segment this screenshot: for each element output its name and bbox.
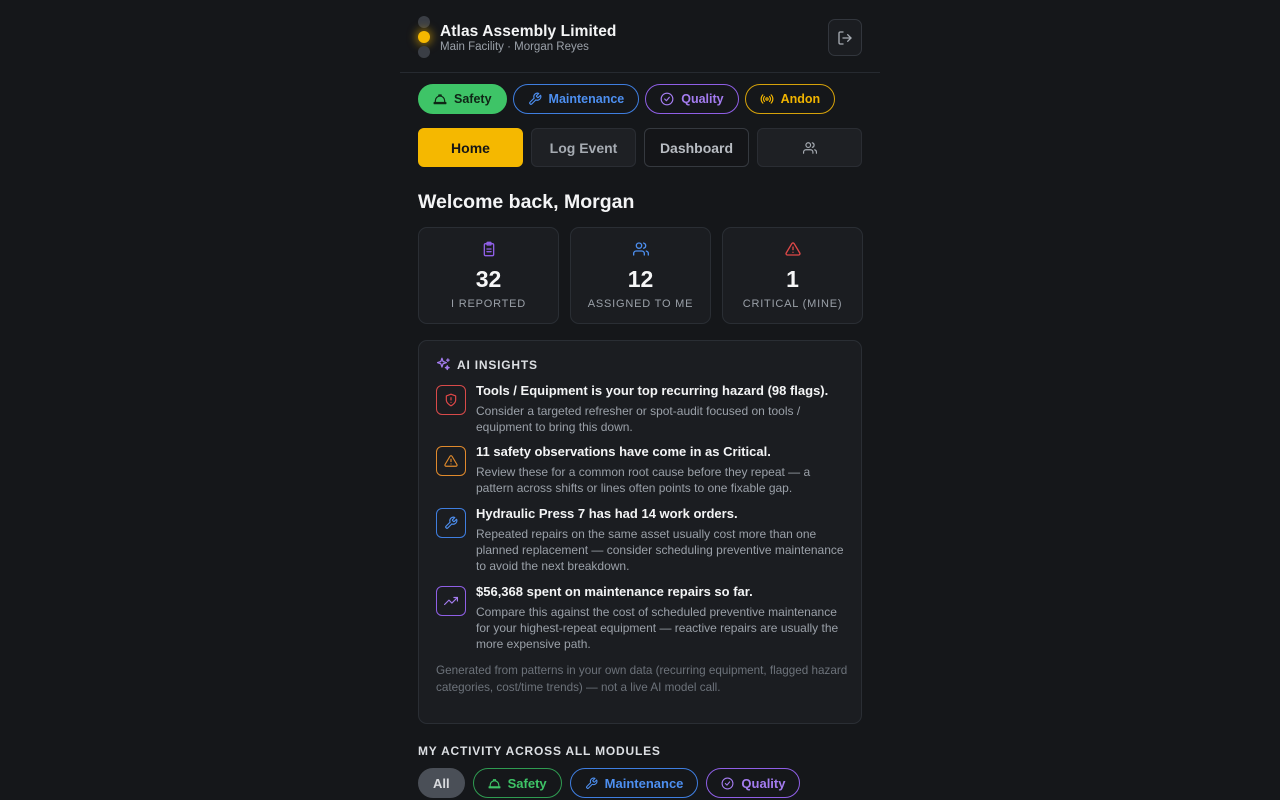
company-name: Atlas Assembly Limited <box>440 23 617 40</box>
insight-title: Hydraulic Press 7 has had 14 work orders… <box>476 506 738 521</box>
users-icon <box>632 242 649 256</box>
insight-title: $56,368 spent on maintenance repairs so … <box>476 584 753 599</box>
insight-title: Tools / Equipment is your top recurring … <box>476 383 829 398</box>
tab-team[interactable] <box>757 128 862 167</box>
insight-icon-box <box>436 385 466 415</box>
insight-desc: Repeated repairs on the same asset usual… <box>476 527 844 573</box>
module-andon-label: Andon <box>780 92 821 106</box>
status-light-off-top <box>418 16 430 28</box>
clipboard-icon <box>483 241 494 257</box>
module-andon-pill[interactable]: Andon <box>744 84 836 114</box>
filter-quality-label: Quality <box>741 775 786 791</box>
facility-user-subtitle: Main Facility · Morgan Reyes <box>440 41 589 53</box>
stats-row: 32 I REPORTED 12 ASSIGNED TO ME 1 CRITIC… <box>418 227 863 324</box>
insight-desc: Review these for a common root cause bef… <box>476 465 811 495</box>
broadcast-icon <box>760 94 773 104</box>
tab-dashboard[interactable]: Dashboard <box>644 128 749 167</box>
stat-value-reported: 32 <box>475 266 502 292</box>
filter-maintenance-label: Maintenance <box>604 775 684 791</box>
warning-icon <box>444 455 458 467</box>
wrench-icon <box>585 777 598 789</box>
filter-all[interactable]: All <box>418 768 465 798</box>
module-quality-label: Quality <box>681 92 724 106</box>
insight-desc: Consider a targeted refresher or spot-au… <box>476 404 801 434</box>
wrench-icon <box>528 92 541 105</box>
ai-insights-title: AI INSIGHTS <box>457 357 538 372</box>
hardhat-icon <box>488 778 501 788</box>
warning-icon <box>784 242 801 256</box>
filter-all-label: All <box>433 775 450 791</box>
stat-card-assigned[interactable]: 12 ASSIGNED TO ME <box>570 227 711 324</box>
check-circle-icon <box>721 777 734 789</box>
stat-label-reported: I REPORTED <box>450 298 527 310</box>
status-light-amber <box>418 31 430 43</box>
stat-label-critical: CRITICAL (MINE) <box>742 298 843 310</box>
ai-insights-card: AI INSIGHTS Tools / Equipment is your to… <box>418 340 862 724</box>
activity-section-title: MY ACTIVITY ACROSS ALL MODULES <box>418 744 661 758</box>
logout-icon <box>838 30 852 45</box>
insight-icon-box <box>436 446 466 476</box>
module-safety-label: Safety <box>454 92 492 106</box>
stat-card-reported[interactable]: 32 I REPORTED <box>418 227 559 324</box>
status-light-off-bottom <box>418 46 430 58</box>
insight-icon-box <box>436 508 466 538</box>
sparkles-icon <box>436 357 450 371</box>
insight-title: 11 safety observations have come in as C… <box>476 444 771 459</box>
module-maintenance-pill[interactable]: Maintenance <box>512 84 640 114</box>
wrench-icon <box>445 516 458 529</box>
header: Atlas Assembly Limited Main Facility · M… <box>400 0 880 73</box>
module-safety-pill[interactable]: Safety <box>418 84 507 114</box>
main-tabs: Home Log Event Dashboard <box>418 128 862 167</box>
insights-footnote: Generated from patterns in your own data… <box>436 664 848 694</box>
users-icon <box>802 141 817 154</box>
stat-card-critical[interactable]: 1 CRITICAL (MINE) <box>722 227 863 324</box>
welcome-heading: Welcome back, Morgan <box>418 191 635 213</box>
check-circle-icon <box>660 92 674 106</box>
hardhat-icon <box>433 94 447 105</box>
ai-insights-header: AI INSIGHTS <box>436 357 538 372</box>
filter-safety[interactable]: Safety <box>472 768 562 798</box>
filter-quality[interactable]: Quality <box>706 768 801 798</box>
filter-safety-label: Safety <box>507 775 547 791</box>
filter-maintenance[interactable]: Maintenance <box>569 768 699 798</box>
stat-value-assigned: 12 <box>627 266 654 292</box>
trending-up-icon <box>444 596 458 606</box>
shield-alert-icon <box>445 393 457 407</box>
app-shell: Atlas Assembly Limited Main Facility · M… <box>400 0 880 800</box>
logout-button[interactable] <box>828 19 862 56</box>
tab-home[interactable]: Home <box>418 128 523 167</box>
module-quality-pill[interactable]: Quality <box>645 84 739 114</box>
stat-value-critical: 1 <box>786 266 799 292</box>
module-switcher: Safety Maintenance Quality Andon <box>418 84 836 114</box>
insight-icon-box <box>436 586 466 616</box>
module-maintenance-label: Maintenance <box>548 92 625 106</box>
tab-log-event[interactable]: Log Event <box>531 128 636 167</box>
stat-label-assigned: ASSIGNED TO ME <box>587 298 694 310</box>
insight-desc: Compare this against the cost of schedul… <box>476 605 839 651</box>
activity-filters: All Safety Maintenance Quality <box>418 768 801 798</box>
